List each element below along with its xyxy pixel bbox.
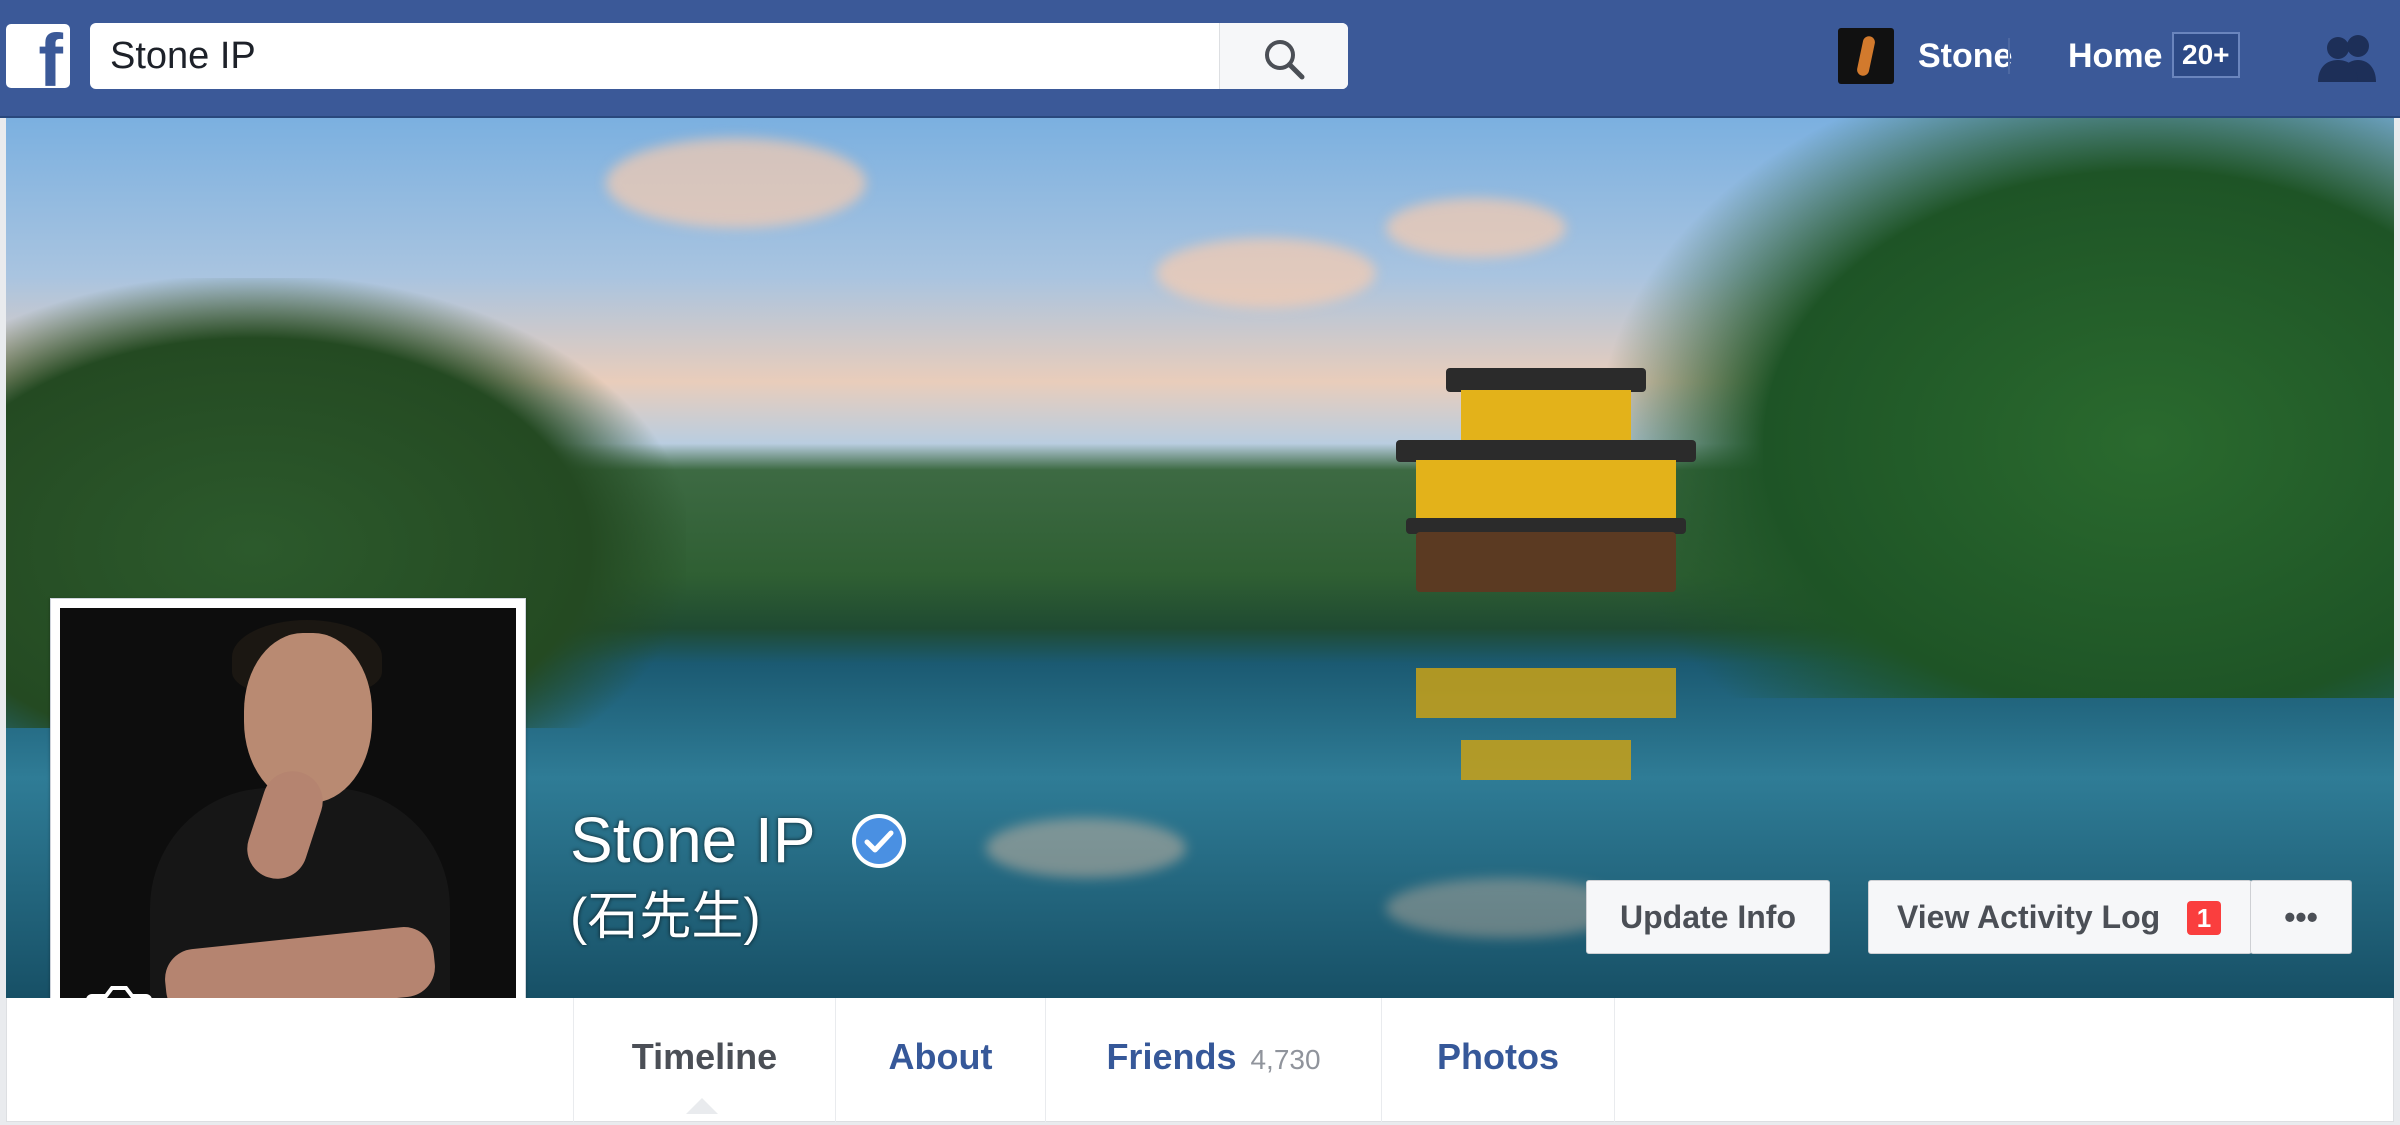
nav-home-link[interactable]: Home bbox=[2068, 26, 2162, 86]
activity-log-label: View Activity Log bbox=[1897, 899, 2161, 935]
friends-count: 4,730 bbox=[1250, 1044, 1321, 1075]
search-input[interactable]: Stone IP bbox=[110, 23, 256, 89]
update-info-button[interactable]: Update Info bbox=[1586, 880, 1830, 954]
tab-about[interactable]: About bbox=[835, 998, 1045, 1122]
activity-log-count-badge: 1 bbox=[2187, 901, 2221, 935]
nav-user-name: Stone bbox=[1918, 37, 2013, 75]
profile-tabs-bar: Timeline About Friends 4,730 Photos bbox=[6, 998, 2394, 1122]
search-button[interactable] bbox=[1219, 23, 1348, 89]
verified-badge-icon[interactable] bbox=[850, 812, 908, 875]
tab-label: Photos bbox=[1437, 1036, 1559, 1077]
friend-requests-icon[interactable] bbox=[2316, 32, 2380, 87]
tab-friends[interactable]: Friends 4,730 bbox=[1045, 998, 1381, 1122]
avatar bbox=[1838, 28, 1894, 84]
nav-divider bbox=[2008, 38, 2010, 74]
profile-alternate-name: (石先生) bbox=[570, 888, 761, 946]
view-activity-log-button[interactable]: View Activity Log 1 bbox=[1868, 880, 2252, 954]
tab-photos[interactable]: Photos bbox=[1381, 998, 1615, 1122]
facebook-logo[interactable]: f bbox=[6, 24, 70, 88]
tab-label: Timeline bbox=[631, 1036, 778, 1077]
more-options-button[interactable]: ••• bbox=[2250, 880, 2352, 954]
tab-label: Friends bbox=[1106, 1036, 1237, 1077]
home-notification-badge: 20+ bbox=[2172, 32, 2240, 78]
search-bar[interactable]: Stone IP bbox=[90, 23, 1348, 89]
top-navigation-bar: f Stone IP Stone Home 20+ bbox=[0, 0, 2400, 118]
tab-label: About bbox=[888, 1036, 993, 1077]
active-tab-caret bbox=[686, 1098, 718, 1114]
search-icon bbox=[1265, 40, 1305, 80]
logo-letter: f bbox=[38, 24, 63, 88]
profile-name[interactable]: Stone IP bbox=[570, 800, 816, 880]
